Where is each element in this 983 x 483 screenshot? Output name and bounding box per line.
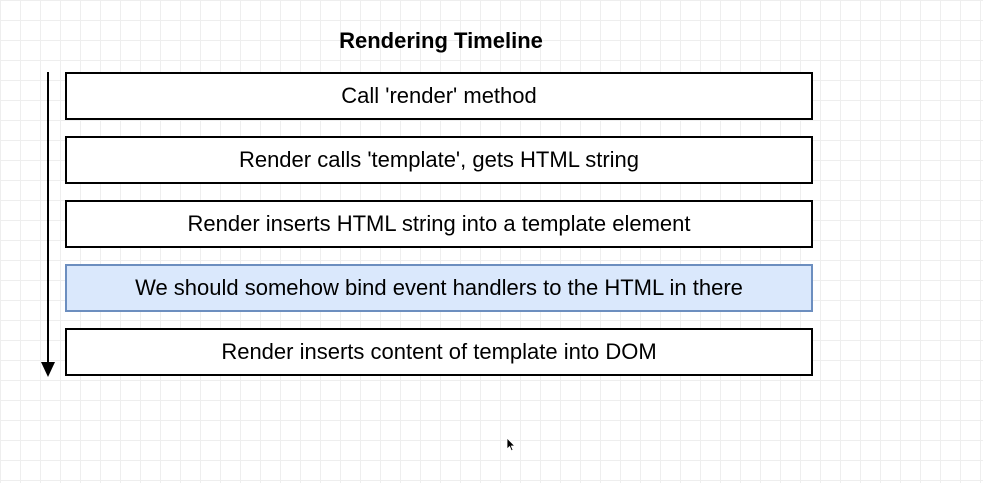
diagram-title: Rendering Timeline (339, 28, 543, 53)
step-insert-template-element: Render inserts HTML string into a templa… (65, 200, 813, 248)
diagram-canvas: Rendering Timeline Call 'render' method … (0, 0, 983, 483)
mouse-cursor-icon (506, 437, 516, 452)
step-calls-template: Render calls 'template', gets HTML strin… (65, 136, 813, 184)
step-bind-event-handlers: We should somehow bind event handlers to… (65, 264, 813, 312)
timeline-arrow-head (41, 362, 55, 377)
timeline-arrow-line (47, 72, 49, 364)
step-call-render: Call 'render' method (65, 72, 813, 120)
step-insert-into-dom: Render inserts content of template into … (65, 328, 813, 376)
